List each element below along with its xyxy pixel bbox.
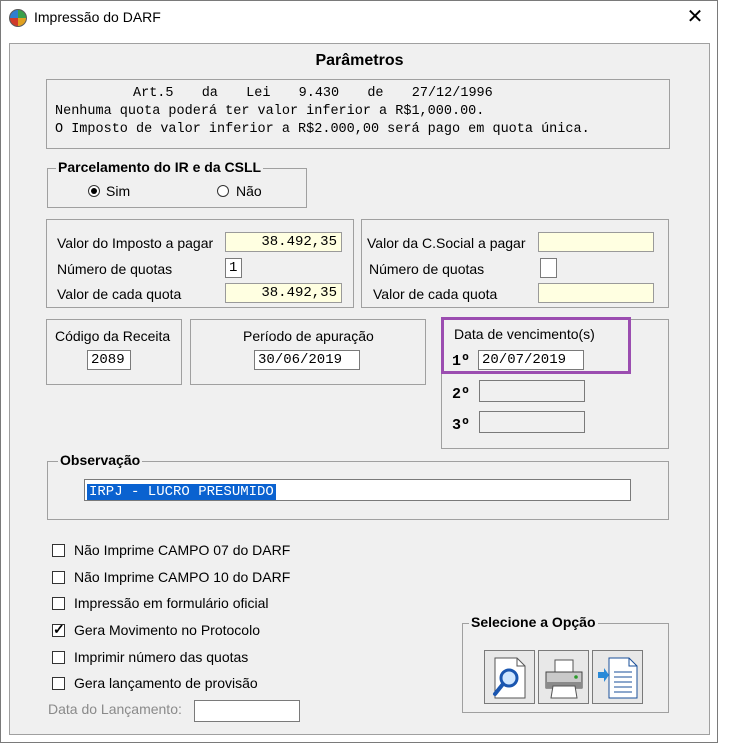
observacao-field[interactable]: IRPJ - LUCRO PRESUMIDO bbox=[84, 479, 631, 501]
preview-button[interactable] bbox=[484, 650, 535, 704]
data-lancamento-label: Data do Lançamento: bbox=[48, 701, 182, 717]
label-imprimir-numero-quotas[interactable]: Imprimir número das quotas bbox=[74, 649, 248, 665]
close-button[interactable]: ✕ bbox=[673, 1, 717, 33]
law-line-1: Art.5 da Lei 9.430 de 27/12/1996 bbox=[133, 86, 493, 101]
window-title: Impressão do DARF bbox=[34, 9, 161, 25]
periodo-label: Período de apuração bbox=[243, 328, 374, 344]
chk-nao-imprime-campo-10[interactable] bbox=[52, 571, 65, 584]
ord-2: 2º bbox=[452, 386, 471, 403]
csocial-panel: Valor da C.Social a pagar Número de quot… bbox=[361, 219, 669, 308]
vencimento-3-field[interactable] bbox=[479, 411, 585, 433]
valor-imposto-label: Valor do Imposto a pagar bbox=[57, 235, 214, 251]
parcelamento-group: Parcelamento do IR e da CSLL Sim Não bbox=[47, 159, 307, 208]
app-icon bbox=[9, 9, 27, 27]
imposto-panel: Valor do Imposto a pagar 38.492,35 Númer… bbox=[46, 219, 354, 308]
csocial-quotas-label: Número de quotas bbox=[369, 261, 485, 277]
law-line-2: Nenhuma quota poderá ter valor inferior … bbox=[55, 104, 485, 119]
law-notice: Art.5 da Lei 9.430 de 27/12/1996 Nenhuma… bbox=[46, 79, 670, 149]
periodo-panel: Período de apuração 30/06/2019 bbox=[190, 319, 426, 385]
label-gera-movimento-protocolo[interactable]: Gera Movimento no Protocolo bbox=[74, 622, 260, 638]
parcelamento-title: Parcelamento do IR e da CSLL bbox=[56, 159, 264, 175]
codigo-receita-panel: Código da Receita 2089 bbox=[46, 319, 182, 385]
codigo-receita-field[interactable]: 2089 bbox=[87, 350, 131, 370]
law-line-3: O Imposto de valor inferior a R$2.000,00… bbox=[55, 122, 590, 137]
observacao-title: Observação bbox=[58, 452, 143, 468]
numero-quotas-label: Número de quotas bbox=[57, 261, 173, 277]
valor-csocial-field[interactable] bbox=[538, 232, 654, 252]
chk-gera-lancamento-provisao[interactable] bbox=[52, 677, 65, 690]
label-formulario-oficial[interactable]: Impressão em formulário oficial bbox=[74, 595, 269, 611]
radio-sim-label[interactable]: Sim bbox=[106, 183, 130, 199]
vencimento-highlight bbox=[441, 317, 631, 374]
codigo-receita-label: Código da Receita bbox=[55, 328, 171, 344]
title-bar: Impressão do DARF ✕ bbox=[1, 1, 717, 33]
radio-nao-label[interactable]: Não bbox=[236, 183, 262, 199]
periodo-field[interactable]: 30/06/2019 bbox=[254, 350, 360, 370]
chk-imprimir-numero-quotas[interactable] bbox=[52, 651, 65, 664]
chk-formulario-oficial[interactable] bbox=[52, 597, 65, 610]
valor-cada-quota-field[interactable]: 38.492,35 bbox=[225, 283, 342, 303]
csocial-quotas-field[interactable] bbox=[540, 258, 557, 278]
dialog-client: Parâmetros Art.5 da Lei 9.430 de 27/12/1… bbox=[9, 43, 710, 735]
selecione-opcao-title: Selecione a Opção bbox=[469, 614, 598, 630]
print-button[interactable] bbox=[538, 650, 589, 704]
label-gera-lancamento-provisao[interactable]: Gera lançamento de provisão bbox=[74, 675, 258, 691]
chk-nao-imprime-campo-07[interactable] bbox=[52, 544, 65, 557]
chk-gera-movimento-protocolo[interactable] bbox=[52, 621, 65, 638]
ord-3: 3º bbox=[452, 417, 471, 434]
vencimento-2-field[interactable] bbox=[479, 380, 585, 402]
valor-imposto-field[interactable]: 38.492,35 bbox=[225, 232, 342, 252]
radio-nao[interactable] bbox=[217, 185, 229, 197]
csocial-cada-quota-label: Valor de cada quota bbox=[373, 286, 498, 302]
valor-cada-quota-label: Valor de cada quota bbox=[57, 286, 182, 302]
data-lancamento-field[interactable] bbox=[194, 700, 300, 722]
observacao-selected-text: IRPJ - LUCRO PRESUMIDO bbox=[87, 484, 276, 500]
numero-quotas-field[interactable]: 1 bbox=[225, 258, 242, 278]
export-button[interactable] bbox=[592, 650, 643, 704]
valor-csocial-label: Valor da C.Social a pagar bbox=[367, 235, 526, 251]
csocial-cada-quota-field[interactable] bbox=[538, 283, 654, 303]
label-nao-imprime-campo-10[interactable]: Não Imprime CAMPO 10 do DARF bbox=[74, 569, 290, 585]
parametros-heading: Parâmetros bbox=[315, 52, 404, 69]
radio-sim[interactable] bbox=[88, 185, 100, 197]
darf-window: Impressão do DARF ✕ Parâmetros Art.5 da … bbox=[0, 0, 718, 743]
label-nao-imprime-campo-07[interactable]: Não Imprime CAMPO 07 do DARF bbox=[74, 542, 290, 558]
